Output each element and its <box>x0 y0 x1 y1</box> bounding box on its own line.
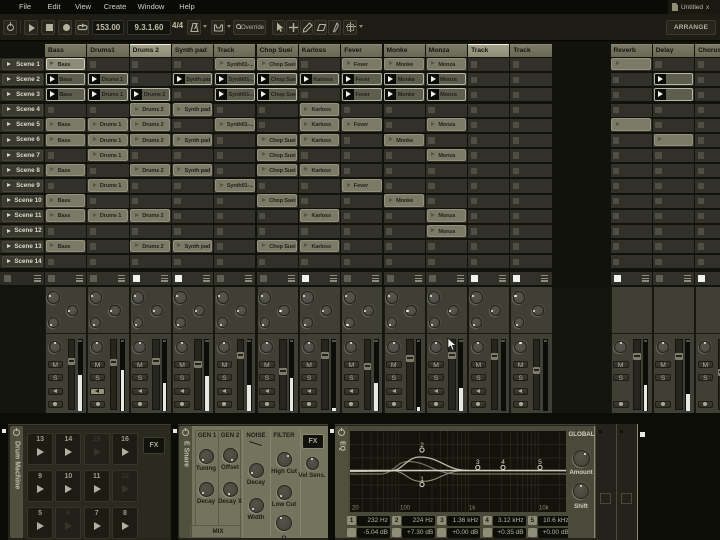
svg-text:2: 2 <box>420 442 424 449</box>
svg-text:1: 1 <box>420 476 424 483</box>
svg-text:20: 20 <box>352 506 359 512</box>
svg-text:1k: 1k <box>469 506 476 512</box>
svg-text:3: 3 <box>476 459 480 466</box>
svg-text:4: 4 <box>501 459 505 466</box>
svg-text:5: 5 <box>538 459 542 466</box>
svg-text:100: 100 <box>400 506 411 512</box>
svg-text:10k: 10k <box>539 506 550 512</box>
